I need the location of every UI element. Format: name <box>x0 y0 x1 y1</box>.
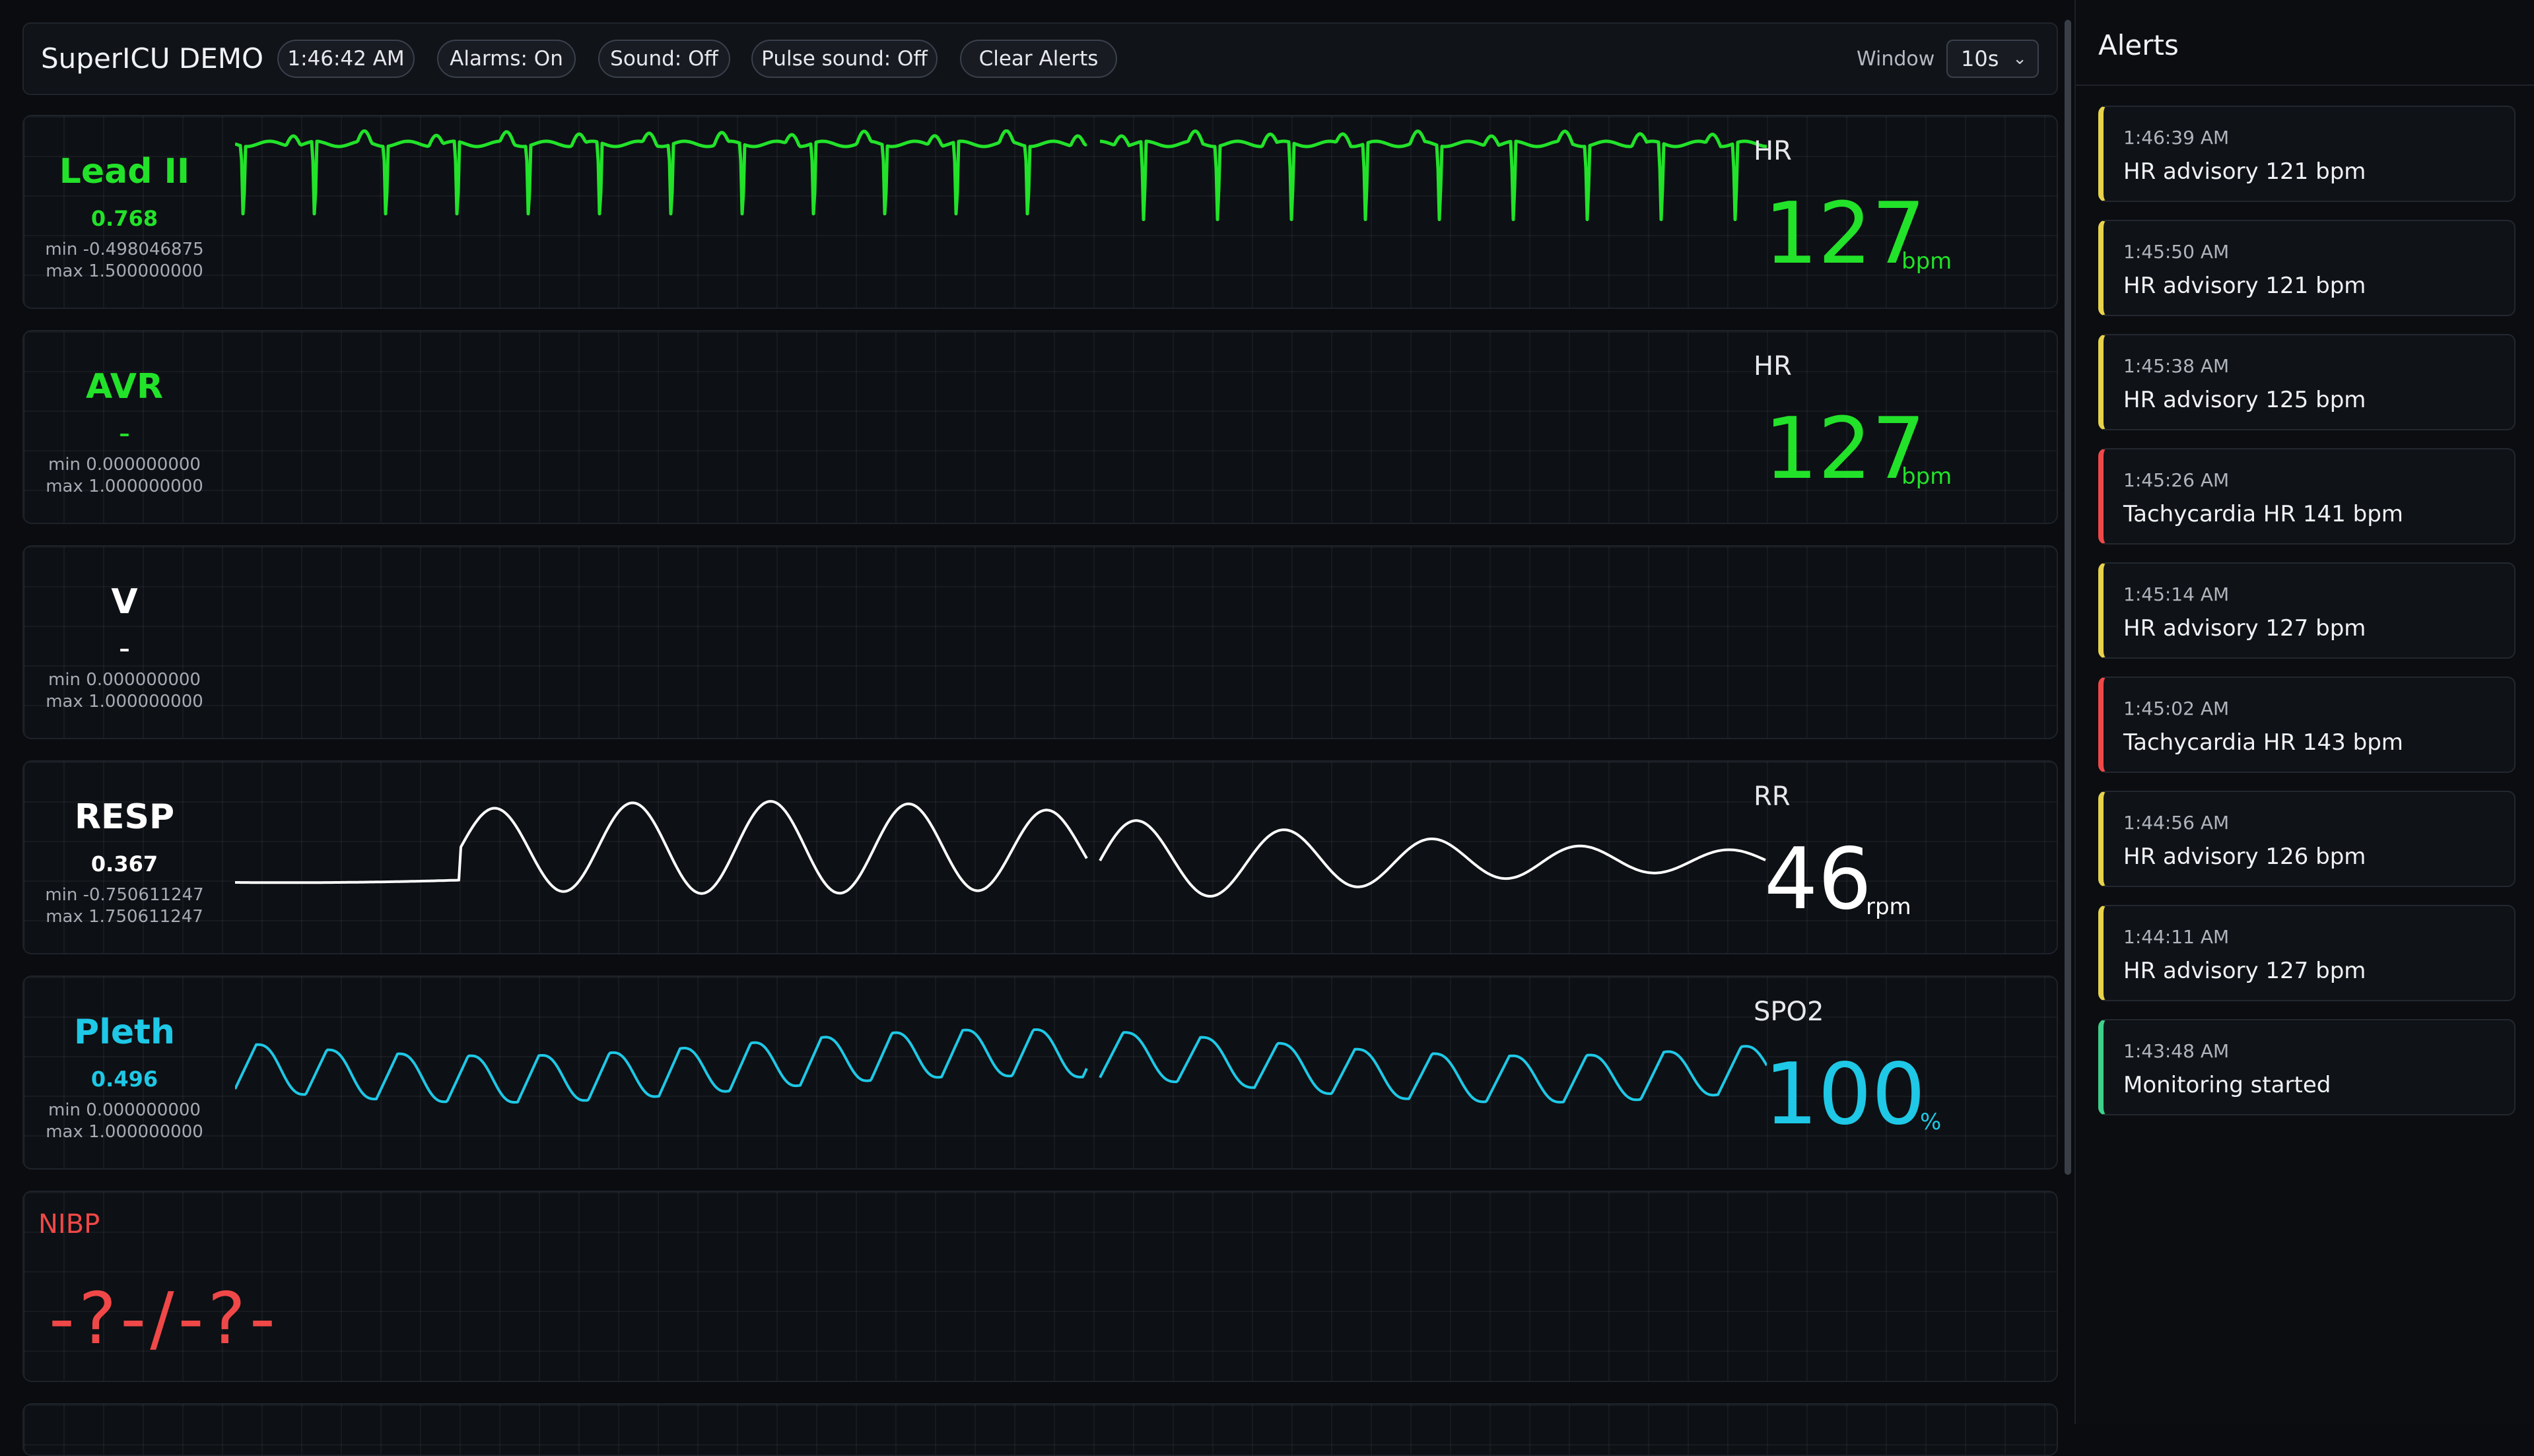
lead-name: AVR <box>86 367 163 407</box>
alert-time: 1:45:38 AM <box>2123 355 2230 377</box>
lead-max: max 1.000000000 <box>46 692 203 711</box>
alert-time: 1:45:50 AM <box>2123 241 2230 263</box>
lead-min: min 0.000000000 <box>48 1100 201 1120</box>
alert-card: 1:46:39 AM HR advisory 121 bpm <box>2098 106 2516 202</box>
alert-message: HR advisory 126 bpm <box>2123 844 2366 870</box>
ecg-trace-segment <box>1099 129 1767 221</box>
alert-card: 1:45:38 AM HR advisory 125 bpm <box>2098 334 2516 430</box>
lead-value: 0.496 <box>90 1067 158 1092</box>
lead-max: max 1.750611247 <box>46 907 203 927</box>
alert-message: Tachycardia HR 143 bpm <box>2123 729 2403 756</box>
lead-value: – <box>119 636 130 661</box>
resp-panel: RESP 0.367 min -0.750611247 max 1.750611… <box>22 760 2058 954</box>
alert-message: HR advisory 125 bpm <box>2123 387 2366 413</box>
clear-alerts-button[interactable]: Clear Alerts <box>960 40 1117 78</box>
window-label: Window <box>1857 48 1935 71</box>
resp-waveform <box>235 800 1766 898</box>
v-lead-panel: V – min 0.000000000 max 1.000000000 <box>22 545 2058 739</box>
monitor-toolbar: SuperICU DEMO 1:46:42 AM Alarms: On Soun… <box>22 22 2058 95</box>
divider <box>2076 84 2534 86</box>
nibp-panel: NIBP -?-/-?- <box>22 1191 2058 1382</box>
alert-time: 1:44:56 AM <box>2123 812 2230 834</box>
vital-label: HR <box>1754 136 1792 166</box>
alert-card: 1:44:56 AM HR advisory 126 bpm <box>2098 791 2516 887</box>
nibp-value: -?-/-?- <box>49 1278 279 1360</box>
lead-name: Pleth <box>73 1012 176 1052</box>
alert-time: 1:46:39 AM <box>2123 127 2230 149</box>
lead-max: max 1.500000000 <box>46 261 203 281</box>
alert-message: Monitoring started <box>2123 1072 2331 1098</box>
vital-unit: rpm <box>1866 894 1911 920</box>
alert-message: HR advisory 121 bpm <box>2123 273 2366 299</box>
lead-min: min 0.000000000 <box>48 670 201 690</box>
ecg-waveform <box>235 129 1767 221</box>
ecg-trace-segment <box>235 129 1087 216</box>
alert-card: 1:45:50 AM HR advisory 121 bpm <box>2098 220 2516 316</box>
nibp-label: NIBP <box>38 1209 100 1240</box>
window-selected-value: 10s <box>1961 46 1999 71</box>
vital-unit: bpm <box>1901 248 1952 275</box>
alert-card: 1:44:11 AM HR advisory 127 bpm <box>2098 905 2516 1001</box>
lead-max: max 1.000000000 <box>46 1122 203 1142</box>
lead-name: V <box>111 582 138 622</box>
lead-min: min 0.000000000 <box>48 455 201 475</box>
vital-value: 46 <box>1764 830 1872 929</box>
alert-message: Tachycardia HR 141 bpm <box>2123 501 2403 527</box>
lead-value: 0.367 <box>90 851 158 877</box>
next-panel-partial <box>22 1403 2058 1456</box>
resp-trace-segment <box>235 800 1088 895</box>
lead-max: max 1.000000000 <box>46 477 203 496</box>
alarms-toggle-button[interactable]: Alarms: On <box>437 40 576 78</box>
lead-min: min -0.498046875 <box>45 240 204 259</box>
alert-card-critical: 1:45:26 AM Tachycardia HR 141 bpm <box>2098 448 2516 545</box>
alert-message: HR advisory 121 bpm <box>2123 158 2366 185</box>
alert-time: 1:45:26 AM <box>2123 469 2230 491</box>
alert-card: 1:45:14 AM HR advisory 127 bpm <box>2098 562 2516 659</box>
lead-min: min -0.750611247 <box>45 885 204 905</box>
alerts-sidebar: Alerts 1:46:39 AM HR advisory 121 bpm 1:… <box>2074 0 2534 1424</box>
alert-message: HR advisory 127 bpm <box>2123 958 2366 984</box>
main-scrollbar[interactable] <box>2065 20 2071 1175</box>
vital-unit: % <box>1920 1109 1942 1135</box>
vital-label: HR <box>1754 351 1792 381</box>
lead-name: Lead II <box>59 152 190 191</box>
lead-ii-panel: Lead II 0.768 min -0.498046875 max 1.500… <box>22 115 2058 309</box>
vital-label: RR <box>1754 781 1791 812</box>
alert-time: 1:43:48 AM <box>2123 1040 2230 1062</box>
alert-time: 1:45:14 AM <box>2123 583 2230 605</box>
vital-label: SPO2 <box>1754 997 1824 1027</box>
window-select[interactable]: 10s ⌄ <box>1946 40 2039 78</box>
alert-time: 1:45:02 AM <box>2123 698 2230 719</box>
lead-value: 0.768 <box>90 206 158 231</box>
resp-rate-value: 46 <box>1764 838 1872 922</box>
alert-message: HR advisory 127 bpm <box>2123 615 2366 642</box>
alert-card-info: 1:43:48 AM Monitoring started <box>2098 1019 2516 1115</box>
chevron-down-icon: ⌄ <box>2012 49 2027 69</box>
alerts-title: Alerts <box>2098 29 2179 61</box>
lead-value: – <box>119 421 130 446</box>
alert-time: 1:44:11 AM <box>2123 926 2230 948</box>
avr-panel: AVR – min 0.000000000 max 1.000000000 HR… <box>22 330 2058 524</box>
sound-toggle-button[interactable]: Sound: Off <box>598 40 730 78</box>
spo2-value: 100 <box>1764 1053 1925 1137</box>
pleth-waveform <box>235 1028 1767 1104</box>
resp-trace-segment <box>1099 819 1766 898</box>
alert-card-critical: 1:45:02 AM Tachycardia HR 143 bpm <box>2098 677 2516 773</box>
vital-value: 100 <box>1764 1045 1926 1144</box>
app-title: SuperICU DEMO <box>41 42 264 75</box>
pulse-sound-toggle-button[interactable]: Pulse sound: Off <box>751 40 938 78</box>
pleth-trace-segment <box>235 1028 1088 1104</box>
lead-name: RESP <box>74 797 175 837</box>
pleth-trace-segment <box>1099 1031 1767 1104</box>
pleth-panel: Pleth 0.496 min 0.000000000 max 1.000000… <box>22 976 2058 1170</box>
clock-display: 1:46:42 AM <box>277 40 415 78</box>
vital-unit: bpm <box>1901 463 1952 490</box>
